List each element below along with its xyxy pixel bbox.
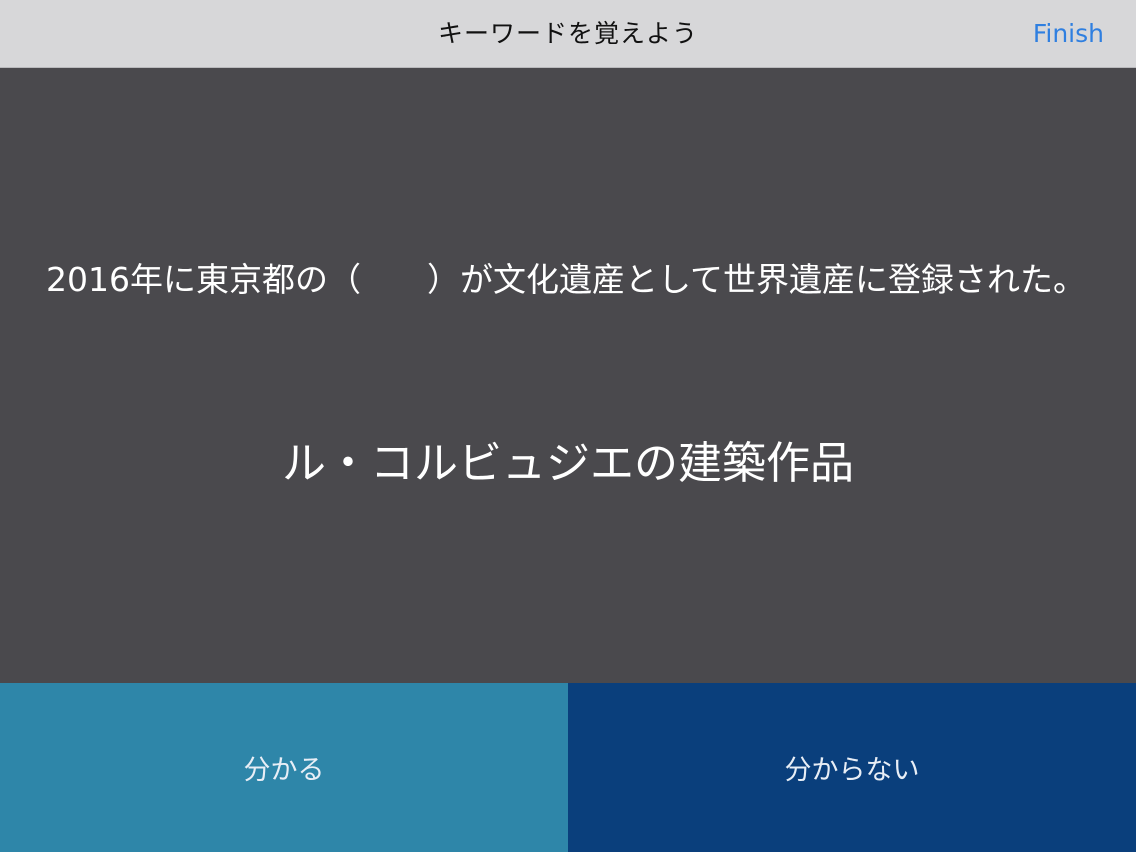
- answer-text: ル・コルビュジエの建築作品: [282, 438, 854, 489]
- flashcard-screen: キーワードを覚えよう Finish 2016年に東京都の（ ）が文化遺産として世…: [0, 0, 1136, 852]
- navigation-bar: キーワードを覚えよう Finish: [0, 0, 1136, 68]
- flashcard: 2016年に東京都の（ ）が文化遺産として世界遺産に登録された。 ル・コルビュジ…: [0, 68, 1136, 683]
- dont-know-button[interactable]: 分からない: [568, 683, 1136, 852]
- finish-button[interactable]: Finish: [1033, 0, 1104, 68]
- dont-know-button-label: 分からない: [784, 755, 920, 786]
- know-button[interactable]: 分かる: [0, 683, 568, 852]
- know-button-label: 分かる: [243, 755, 325, 786]
- page-title: キーワードを覚えよう: [437, 19, 698, 48]
- question-text: 2016年に東京都の（ ）が文化遺産として世界遺産に登録された。: [46, 260, 1086, 299]
